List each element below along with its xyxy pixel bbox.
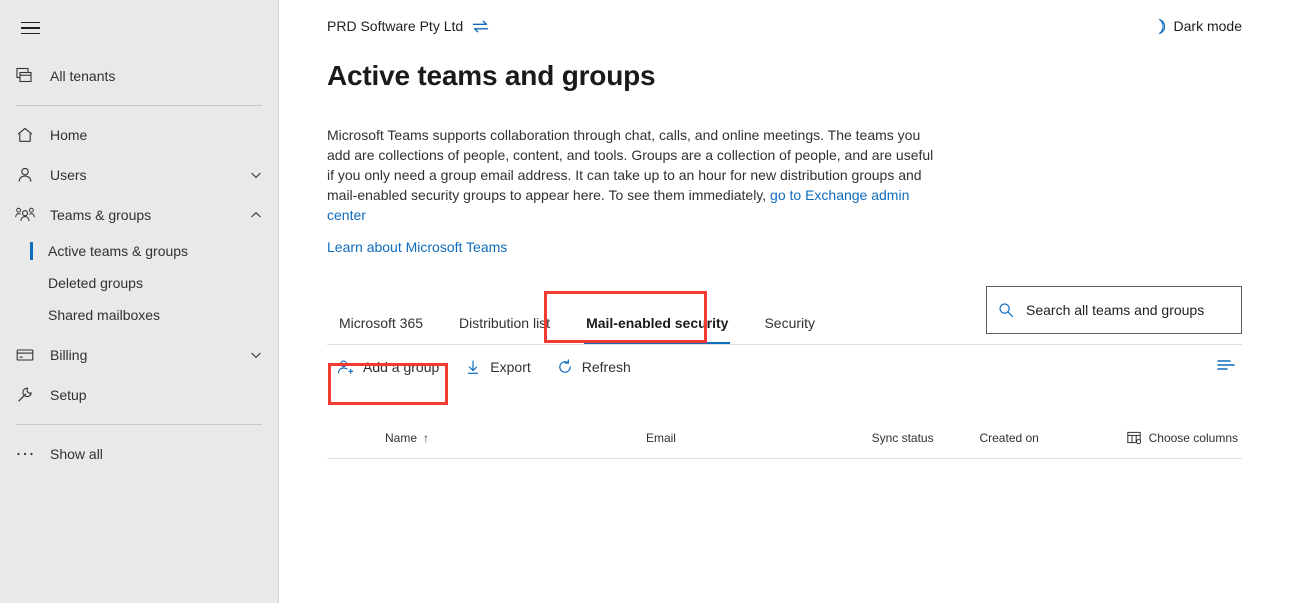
page-description: Microsoft Teams supports collaboration t… bbox=[327, 125, 935, 225]
refresh-icon bbox=[557, 359, 573, 375]
sidebar-item-label: Show all bbox=[50, 446, 103, 462]
dark-mode-label: Dark mode bbox=[1173, 18, 1242, 34]
sidebar-item-label: Teams & groups bbox=[50, 207, 152, 223]
chevron-down-icon[interactable] bbox=[248, 347, 264, 363]
dark-mode-toggle[interactable]: Dark mode bbox=[1148, 18, 1242, 35]
table-header-row: Name ↑ Email Sync status Created on Choo… bbox=[327, 417, 1242, 459]
filter-icon bbox=[1216, 357, 1236, 378]
sidebar-subitem-label: Shared mailboxes bbox=[48, 307, 161, 323]
moon-icon bbox=[1148, 18, 1165, 35]
sidebar-item-all-tenants[interactable]: All tenants bbox=[0, 56, 278, 96]
add-user-icon bbox=[337, 359, 354, 375]
tab-label: Distribution list bbox=[459, 315, 551, 331]
choose-columns-button[interactable]: Choose columns bbox=[1126, 430, 1242, 445]
refresh-button[interactable]: Refresh bbox=[547, 352, 641, 382]
sidebar-subitem-shared-mailboxes[interactable]: Shared mailboxes bbox=[0, 299, 278, 331]
sidebar-divider-bottom bbox=[16, 424, 262, 425]
app-root: All tenants Home Users Teams & groups Ac… bbox=[0, 0, 1290, 603]
tab-security[interactable]: Security bbox=[752, 305, 827, 344]
wrench-icon bbox=[14, 385, 36, 405]
sidebar-item-label: All tenants bbox=[50, 68, 116, 84]
tab-microsoft-365[interactable]: Microsoft 365 bbox=[327, 305, 435, 344]
search-box[interactable] bbox=[986, 286, 1242, 334]
choose-columns-label: Choose columns bbox=[1148, 430, 1238, 445]
chevron-down-icon[interactable] bbox=[248, 167, 264, 183]
column-header-email[interactable]: Email bbox=[646, 431, 872, 445]
columns-icon bbox=[1126, 431, 1141, 445]
sidebar-subitem-active-teams-groups[interactable]: Active teams & groups bbox=[0, 235, 278, 267]
ellipsis-icon bbox=[14, 444, 36, 464]
add-a-group-button[interactable]: Add a group bbox=[327, 352, 449, 382]
tab-label: Mail-enabled security bbox=[586, 315, 729, 331]
column-label: Created on bbox=[979, 430, 1039, 445]
sidebar-item-users[interactable]: Users bbox=[0, 155, 278, 195]
search-input[interactable] bbox=[1024, 301, 1230, 319]
tab-label: Microsoft 365 bbox=[339, 315, 424, 331]
column-label: Sync status bbox=[871, 430, 934, 445]
page-title: Active teams and groups bbox=[327, 60, 656, 91]
sidebar-subitem-deleted-groups[interactable]: Deleted groups bbox=[0, 267, 278, 299]
sidebar-item-billing[interactable]: Billing bbox=[0, 335, 278, 375]
sidebar-item-setup[interactable]: Setup bbox=[0, 375, 278, 415]
tab-mail-enabled-security[interactable]: Mail-enabled security bbox=[574, 305, 740, 344]
people-icon bbox=[14, 205, 36, 225]
column-header-sync-status[interactable]: Sync status bbox=[872, 431, 980, 445]
sidebar-divider-top bbox=[16, 105, 262, 106]
tabs-and-search-row: Microsoft 365 Distribution list Mail-ena… bbox=[327, 286, 1242, 344]
sidebar-item-label: Home bbox=[50, 127, 88, 143]
command-label: Export bbox=[490, 359, 531, 375]
column-label: Name bbox=[385, 430, 418, 445]
sidebar-item-show-all[interactable]: Show all bbox=[0, 434, 278, 474]
command-label: Add a group bbox=[363, 359, 440, 375]
chevron-up-icon[interactable] bbox=[248, 207, 264, 223]
tenant-switcher[interactable]: PRD Software Pty Ltd bbox=[327, 18, 489, 34]
download-icon bbox=[465, 359, 481, 375]
command-bar: Add a group Export Refresh bbox=[327, 345, 1242, 389]
tab-list: Microsoft 365 Distribution list Mail-ena… bbox=[327, 300, 839, 344]
user-icon bbox=[14, 165, 36, 185]
home-icon bbox=[14, 125, 36, 145]
main-content: PRD Software Pty Ltd Dark mode Active te… bbox=[279, 0, 1290, 603]
sidebar-item-label: Billing bbox=[50, 347, 88, 363]
filter-button[interactable] bbox=[1210, 351, 1242, 384]
export-button[interactable]: Export bbox=[455, 352, 540, 382]
menu-icon[interactable] bbox=[6, 8, 54, 48]
column-header-name[interactable]: Name ↑ bbox=[335, 431, 646, 445]
tab-distribution-list[interactable]: Distribution list bbox=[447, 305, 562, 344]
column-label: Email bbox=[645, 430, 676, 445]
sidebar: All tenants Home Users Teams & groups Ac… bbox=[0, 0, 279, 603]
switch-tenant-icon[interactable] bbox=[472, 19, 489, 34]
sidebar-item-label: Setup bbox=[50, 387, 87, 403]
sidebar-item-teams-groups[interactable]: Teams & groups bbox=[0, 195, 278, 235]
tenant-name: PRD Software Pty Ltd bbox=[327, 18, 464, 34]
command-label: Refresh bbox=[581, 359, 631, 375]
tab-label: Security bbox=[764, 315, 816, 331]
sidebar-item-home[interactable]: Home bbox=[0, 115, 278, 155]
sidebar-item-label: Users bbox=[50, 167, 87, 183]
sidebar-subitem-label: Deleted groups bbox=[48, 275, 143, 291]
tenants-icon bbox=[14, 66, 36, 86]
sidebar-subitem-label: Active teams & groups bbox=[48, 243, 189, 259]
credit-card-icon bbox=[14, 345, 36, 365]
sort-ascending-icon: ↑ bbox=[423, 430, 430, 445]
column-header-created-on[interactable]: Created on bbox=[979, 431, 1126, 445]
learn-about-teams-link[interactable]: Learn about Microsoft Teams bbox=[327, 239, 507, 255]
search-icon bbox=[998, 302, 1014, 318]
top-bar: PRD Software Pty Ltd Dark mode bbox=[327, 0, 1242, 52]
command-group: Add a group Export Refresh bbox=[327, 352, 647, 382]
